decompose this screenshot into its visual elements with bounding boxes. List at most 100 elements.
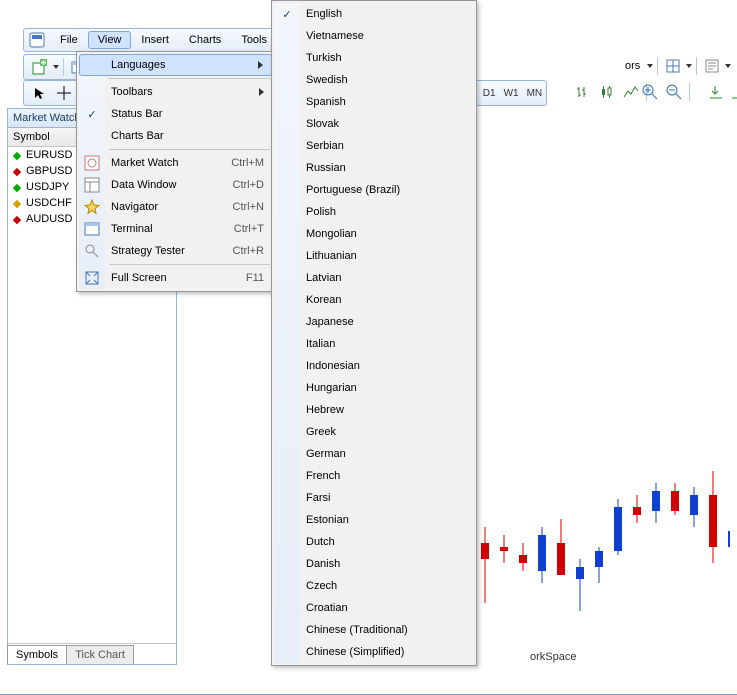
- zoom-out-button[interactable]: [663, 82, 685, 102]
- bar-chart-button[interactable]: [572, 82, 594, 102]
- language-item[interactable]: Chinese (Traditional): [274, 619, 474, 641]
- language-label: Greek: [306, 426, 336, 438]
- symbol-label: USDCHF: [26, 197, 72, 209]
- language-item[interactable]: Latvian: [274, 267, 474, 289]
- templates-button[interactable]: [701, 56, 723, 76]
- language-item[interactable]: Hebrew: [274, 399, 474, 421]
- chart-shift-button[interactable]: [729, 82, 737, 102]
- workspace-label-fragment: orkSpace: [530, 651, 576, 663]
- language-label: Hebrew: [306, 404, 344, 416]
- menu-insert[interactable]: Insert: [131, 31, 179, 49]
- language-item[interactable]: Hungarian: [274, 377, 474, 399]
- language-item[interactable]: Czech: [274, 575, 474, 597]
- language-item[interactable]: Indonesian: [274, 355, 474, 377]
- dropdown-arrow-icon[interactable]: [52, 65, 60, 69]
- period-mn-button[interactable]: MN: [523, 86, 547, 101]
- language-item[interactable]: Mongolian: [274, 223, 474, 245]
- language-label: Polish: [306, 206, 336, 218]
- crosshair-button[interactable]: [53, 83, 75, 103]
- language-item[interactable]: Turkish: [274, 47, 474, 69]
- periodicity-button[interactable]: [662, 56, 684, 76]
- language-label: Danish: [306, 558, 340, 570]
- menu-shortcut: Ctrl+R: [233, 245, 272, 257]
- language-label: Croatian: [306, 602, 348, 614]
- menu-bar: File View Insert Charts Tools: [23, 28, 278, 52]
- auto-scroll-button[interactable]: [705, 82, 727, 102]
- strategy-tester-icon: [84, 243, 100, 259]
- menu-label: Terminal: [111, 223, 234, 235]
- menu-languages[interactable]: Languages: [79, 54, 272, 76]
- menu-terminal[interactable]: Terminal Ctrl+T: [79, 218, 272, 240]
- menu-label: Languages: [111, 59, 258, 71]
- check-icon: ✓: [85, 107, 99, 121]
- menu-label: Navigator: [111, 201, 233, 213]
- language-item[interactable]: Italian: [274, 333, 474, 355]
- languages-submenu: ✓EnglishVietnameseTurkishSwedishSpanishS…: [271, 0, 477, 666]
- menu-data-window[interactable]: Data Window Ctrl+D: [79, 174, 272, 196]
- language-label: English: [306, 8, 342, 20]
- language-item[interactable]: Greek: [274, 421, 474, 443]
- language-label: Farsi: [306, 492, 330, 504]
- menu-charts-bar[interactable]: Charts Bar: [79, 125, 272, 147]
- menu-file[interactable]: File: [50, 31, 88, 49]
- navigator-icon: [84, 199, 100, 215]
- submenu-arrow-icon: [258, 61, 263, 69]
- market-watch-tabs: Symbols Tick Chart: [8, 643, 176, 664]
- language-item[interactable]: Portuguese (Brazil): [274, 179, 474, 201]
- menu-label: Toolbars: [111, 86, 259, 98]
- language-item[interactable]: Vietnamese: [274, 25, 474, 47]
- menu-shortcut: Ctrl+D: [233, 179, 272, 191]
- language-item[interactable]: Polish: [274, 201, 474, 223]
- language-item[interactable]: Danish: [274, 553, 474, 575]
- period-d1-button[interactable]: D1: [479, 86, 500, 101]
- menu-charts[interactable]: Charts: [179, 31, 231, 49]
- language-item[interactable]: Farsi: [274, 487, 474, 509]
- language-item[interactable]: Japanese: [274, 311, 474, 333]
- language-label: Turkish: [306, 52, 342, 64]
- menu-navigator[interactable]: Navigator Ctrl+N: [79, 196, 272, 218]
- toolbar-divider: [657, 57, 658, 75]
- language-item[interactable]: Korean: [274, 289, 474, 311]
- language-item[interactable]: Russian: [274, 157, 474, 179]
- terminal-icon: [84, 221, 100, 237]
- language-item[interactable]: Serbian: [274, 135, 474, 157]
- new-chart-button[interactable]: [29, 57, 51, 77]
- period-w1-button[interactable]: W1: [500, 86, 523, 101]
- language-item[interactable]: Spanish: [274, 91, 474, 113]
- language-label: French: [306, 470, 340, 482]
- language-item[interactable]: Dutch: [274, 531, 474, 553]
- language-item[interactable]: ✓English: [274, 3, 474, 25]
- menu-toolbars[interactable]: Toolbars: [79, 81, 272, 103]
- menu-separator: [109, 78, 270, 79]
- candlestick-chart-button[interactable]: [596, 82, 618, 102]
- dropdown-arrow-icon[interactable]: [685, 64, 693, 68]
- language-label: Italian: [306, 338, 335, 350]
- menu-status-bar[interactable]: ✓ Status Bar: [79, 103, 272, 125]
- symbol-label: AUDUSD: [26, 213, 72, 225]
- zoom-in-button[interactable]: [639, 82, 661, 102]
- language-item[interactable]: Croatian: [274, 597, 474, 619]
- language-item[interactable]: Lithuanian: [274, 245, 474, 267]
- dropdown-arrow-icon[interactable]: [646, 64, 654, 68]
- language-item[interactable]: Swedish: [274, 69, 474, 91]
- language-label: Japanese: [306, 316, 354, 328]
- language-item[interactable]: Estonian: [274, 509, 474, 531]
- menu-market-watch[interactable]: Market Watch Ctrl+M: [79, 152, 272, 174]
- language-item[interactable]: French: [274, 465, 474, 487]
- menu-full-screen[interactable]: Full Screen F11: [79, 267, 272, 289]
- menu-label: Charts Bar: [111, 130, 272, 142]
- menu-view[interactable]: View: [88, 31, 132, 49]
- cursor-button[interactable]: [29, 83, 51, 103]
- data-window-icon: [84, 177, 100, 193]
- menu-strategy-tester[interactable]: Strategy Tester Ctrl+R: [79, 240, 272, 262]
- menu-label: Data Window: [111, 179, 233, 191]
- dropdown-arrow-icon[interactable]: [724, 64, 732, 68]
- tab-tick-chart[interactable]: Tick Chart: [66, 645, 134, 664]
- file-icon: [28, 31, 46, 49]
- tab-symbols[interactable]: Symbols: [7, 645, 67, 664]
- language-label: German: [306, 448, 346, 460]
- language-item[interactable]: Chinese (Simplified): [274, 641, 474, 663]
- language-item[interactable]: Slovak: [274, 113, 474, 135]
- star-icon: ◆: [12, 198, 22, 208]
- language-item[interactable]: German: [274, 443, 474, 465]
